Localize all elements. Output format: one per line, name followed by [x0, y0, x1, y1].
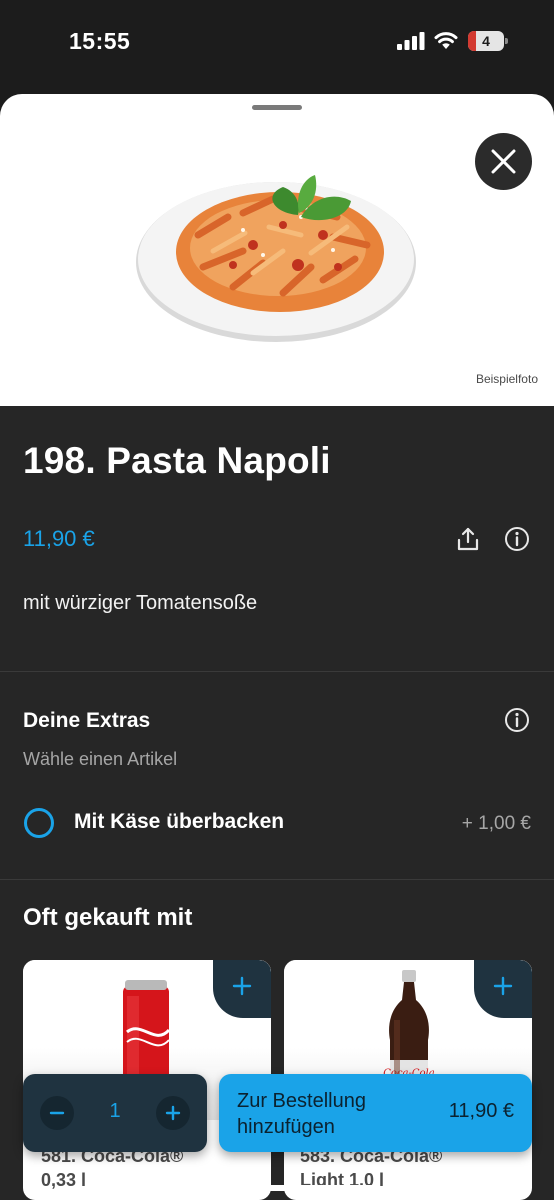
plus-icon	[493, 976, 513, 996]
extras-subtitle: Wähle einen Artikel	[23, 749, 178, 769]
radio-button[interactable]	[24, 808, 54, 838]
battery-icon: 4	[468, 31, 508, 51]
often-bought-title: Oft gekauft mit	[23, 904, 193, 931]
product-title: 198. Pasta Napoli	[23, 440, 331, 481]
increase-quantity-button[interactable]	[156, 1096, 190, 1130]
add-to-order-button[interactable]	[213, 960, 271, 1018]
share-icon[interactable]	[455, 526, 481, 552]
extra-option-label: Mit Käse überbacken	[74, 810, 285, 833]
quantity-stepper: 1	[23, 1074, 207, 1152]
product-photo-area: Beispielfoto	[0, 94, 554, 406]
extras-info-icon[interactable]	[504, 707, 530, 733]
sample-photo-note: Beispielfoto	[475, 372, 538, 386]
order-total-price: 11,90 €	[448, 1100, 514, 1122]
status-bar: 15:55 4	[0, 0, 554, 90]
add-to-order-submit-button[interactable]: Zur Bestellung hinzufügen 11,90 €	[219, 1074, 532, 1152]
status-time: 15:55	[69, 28, 131, 54]
extra-option-price: + 1,00 €	[461, 813, 531, 834]
close-icon	[491, 149, 516, 174]
section-divider	[0, 671, 554, 672]
signal-icon	[397, 32, 425, 50]
wifi-icon	[434, 32, 458, 49]
product-price: 11,90 €	[23, 526, 95, 551]
product-description: mit würziger Tomatensoße	[23, 592, 258, 614]
plus-icon	[165, 1105, 181, 1121]
add-to-order-label: Zur Bestellung hinzufügen	[237, 1090, 366, 1138]
section-divider	[0, 879, 554, 880]
battery-level: 4	[482, 33, 490, 49]
close-button[interactable]	[475, 133, 532, 190]
extra-option-cheese[interactable]: Mit Käse überbacken + 1,00 €	[0, 794, 554, 854]
home-indicator[interactable]	[180, 1185, 376, 1191]
info-icon[interactable]	[504, 526, 530, 552]
product-sheet: Beispielfoto 198. Pasta Napoli 11,90 € m…	[0, 94, 554, 1200]
sheet-grabber-handle[interactable]	[252, 105, 302, 110]
item-size-line: 0,33 l	[41, 1170, 87, 1190]
add-to-order-button[interactable]	[474, 960, 532, 1018]
pasta-dish-image	[136, 175, 416, 342]
extras-title: Deine Extras	[23, 709, 151, 732]
plus-icon	[232, 976, 252, 996]
